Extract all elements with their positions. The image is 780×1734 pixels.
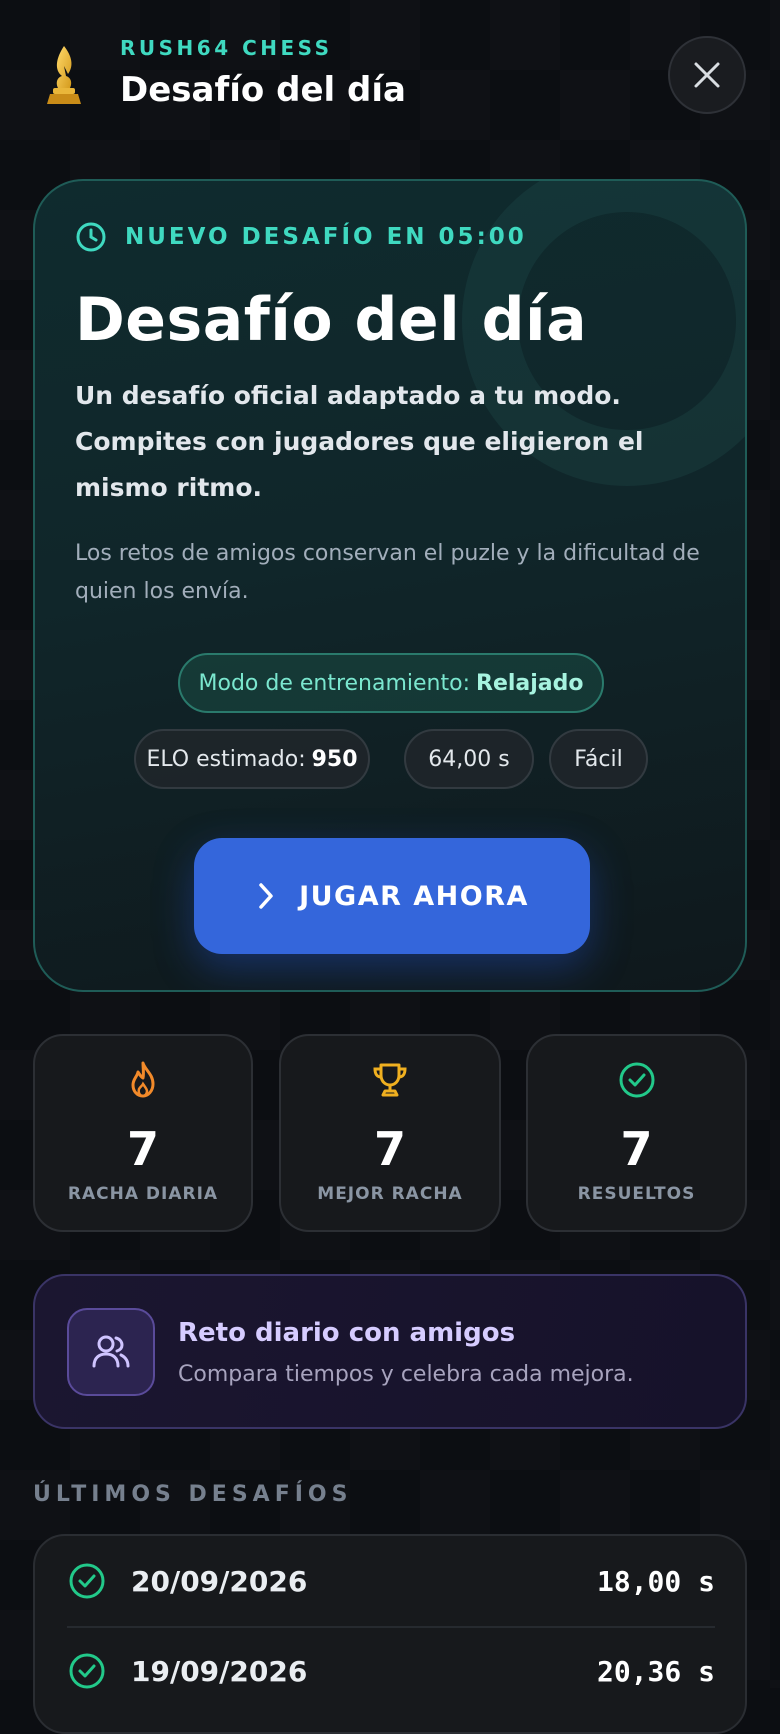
training-mode-badge: Modo de entrenamiento: Relajado xyxy=(178,653,604,713)
stat-label: MEJOR RACHA xyxy=(317,1184,463,1204)
time-chip: 64,00 s xyxy=(404,729,534,789)
stat-daily-streak: 7 RACHA DIARIA xyxy=(33,1034,253,1232)
stat-value: 7 xyxy=(126,1122,159,1176)
timer-label: NUEVO DESAFÍO EN 05:00 xyxy=(125,224,527,250)
elo-chip: ELO estimado: 950 xyxy=(134,729,370,789)
check-circle-icon xyxy=(69,1563,105,1599)
recent-challenges-heading: ÚLTIMOS DESAFÍOS xyxy=(33,1482,353,1507)
hero-note: Los retos de amigos conservan el puzle y… xyxy=(75,541,700,604)
recent-challenges-list: 20/09/2026 18,00 s 19/09/2026 20,36 s xyxy=(33,1534,747,1734)
elo-value: 950 xyxy=(311,746,358,772)
friends-icon-badge xyxy=(67,1308,155,1396)
challenge-time: 20,36 s xyxy=(596,1654,715,1688)
check-circle-icon xyxy=(619,1062,654,1098)
stat-solved: 7 RESUELTOS xyxy=(526,1034,747,1232)
challenge-date: 20/09/2026 xyxy=(131,1564,308,1598)
trophy-icon xyxy=(373,1063,407,1097)
mode-label: Modo de entrenamiento: xyxy=(198,670,471,696)
close-button[interactable] xyxy=(668,36,746,114)
daily-challenge-card: NUEVO DESAFÍO EN 05:00 Desafío del día U… xyxy=(33,179,747,992)
header: RUSH64 CHESS Desafío del día xyxy=(0,0,780,160)
friends-card-subtitle: Compara tiempos y celebra cada mejora. xyxy=(178,1362,634,1387)
elo-label: ELO estimado: xyxy=(146,746,306,772)
clock-icon xyxy=(76,222,106,252)
play-now-button[interactable]: JUGAR AHORA xyxy=(194,838,590,954)
challenge-time: 18,00 s xyxy=(596,1564,715,1598)
friends-card-title: Reto diario con amigos xyxy=(178,1318,516,1348)
page-title: Desafío del día xyxy=(120,70,406,110)
users-icon xyxy=(92,1335,130,1368)
stat-label: RESUELTOS xyxy=(577,1184,696,1204)
challenge-date: 19/09/2026 xyxy=(131,1654,308,1688)
brand-name: RUSH64 CHESS xyxy=(120,36,333,60)
bishop-logo-icon xyxy=(47,46,81,104)
stat-value: 7 xyxy=(620,1122,653,1176)
stat-best-streak: 7 MEJOR RACHA xyxy=(279,1034,501,1232)
list-item[interactable]: 19/09/2026 20,36 s xyxy=(67,1626,715,1716)
friends-challenge-card[interactable]: Reto diario con amigos Compara tiempos y… xyxy=(33,1274,747,1429)
stat-label: RACHA DIARIA xyxy=(67,1184,219,1204)
stat-value: 7 xyxy=(373,1122,406,1176)
next-challenge-timer: NUEVO DESAFÍO EN 05:00 xyxy=(75,221,527,253)
check-circle-icon xyxy=(69,1653,105,1689)
mode-value: Relajado xyxy=(476,670,584,696)
hero-title: Desafío del día xyxy=(75,285,588,355)
close-icon xyxy=(694,62,720,88)
play-now-label: JUGAR AHORA xyxy=(299,880,529,912)
hero-subtitle: Un desafío oficial adaptado a tu modo. C… xyxy=(75,381,644,502)
list-item[interactable]: 20/09/2026 18,00 s xyxy=(67,1536,715,1626)
chevron-right-icon xyxy=(259,883,273,909)
flame-icon xyxy=(131,1061,155,1098)
difficulty-chip: Fácil xyxy=(549,729,648,789)
